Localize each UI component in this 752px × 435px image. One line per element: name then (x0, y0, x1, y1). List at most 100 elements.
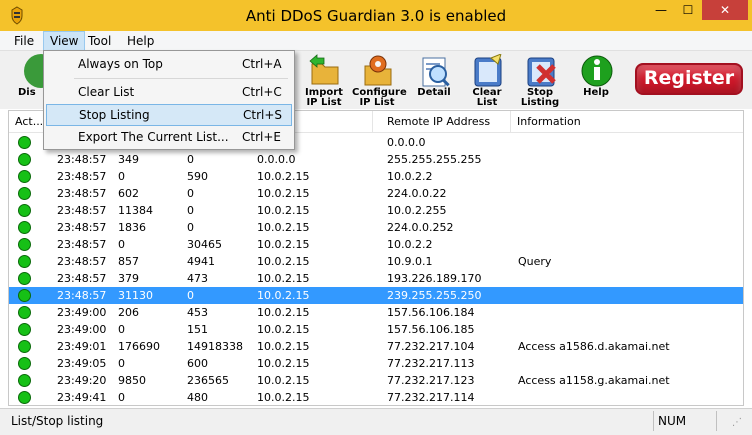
cell-info: Access a1586.d.akamai.net (518, 340, 670, 353)
stop-listing-icon (527, 57, 556, 87)
detail-icon (422, 57, 450, 87)
cell-local: 10.0.2.15 (257, 238, 310, 251)
cell-c2: 0 (187, 153, 194, 166)
table-row[interactable]: 23:49:20 9850 236565 10.0.2.15 77.232.217.12… (9, 372, 743, 389)
cell-c2: 30465 (187, 238, 222, 251)
cell-time: 23:48:57 (57, 221, 107, 234)
cell-c2: 473 (187, 272, 208, 285)
cell-local: 10.0.2.15 (257, 391, 310, 404)
clear-list-button[interactable]: Clear List (462, 54, 512, 108)
register-button[interactable]: Register (635, 63, 743, 95)
table-row[interactable]: 23:49:05 0 600 10.0.2.15 77.232.217.113 (9, 355, 743, 372)
cell-remote: 10.0.2.2 (387, 170, 433, 183)
cell-c1: 31130 (118, 289, 153, 302)
cell-local: 10.0.2.15 (257, 374, 310, 387)
cell-c2: 236565 (187, 374, 229, 387)
status-dot-icon (18, 391, 31, 404)
table-row[interactable]: 23:48:57 857 4941 10.0.2.15 10.9.0.1 Query (9, 253, 743, 270)
cell-time: 23:48:57 (57, 272, 107, 285)
cell-local: 10.0.2.15 (257, 289, 310, 302)
menu-file[interactable]: File (8, 31, 40, 51)
status-dot-icon (18, 289, 31, 302)
status-dot-icon (18, 238, 31, 251)
cell-c1: 857 (118, 255, 139, 268)
status-dot-icon (18, 153, 31, 166)
menu-tool[interactable]: Tool (82, 31, 117, 51)
close-button[interactable]: ✕ (702, 0, 748, 20)
table-row[interactable]: 23:48:57 379 473 10.0.2.15 193.226.189.170 (9, 270, 743, 287)
cell-time: 23:48:57 (57, 153, 107, 166)
cell-c2: 453 (187, 306, 208, 319)
cell-local: 10.0.2.15 (257, 204, 310, 217)
help-button[interactable]: Help (571, 54, 621, 108)
maximize-button[interactable]: ☐ (675, 0, 701, 20)
cell-time: 23:49:01 (57, 340, 107, 353)
cell-local: 10.0.2.15 (257, 221, 310, 234)
cell-time: 23:49:41 (57, 391, 107, 404)
title-bar: Anti DDoS Guardian 3.0 is enabled — ☐ ✕ (0, 0, 752, 31)
cell-time: 23:48:57 (57, 204, 107, 217)
stop-listing-button[interactable]: Stop Listing (515, 54, 565, 108)
menu-bar: File View Tool Help (0, 31, 752, 51)
status-bar: List/Stop listing NUM ⋰ (0, 408, 752, 435)
menu-view[interactable]: View (43, 31, 86, 51)
column-information[interactable]: Information (511, 111, 743, 133)
configure-ip-list-icon (364, 55, 392, 86)
cell-info: Query (518, 255, 552, 268)
cell-time: 23:48:57 (57, 170, 107, 183)
import-ip-list-button[interactable]: Import IP List (299, 54, 349, 108)
cell-c2: 4941 (187, 255, 215, 268)
cell-c1: 0 (118, 323, 125, 336)
cell-c1: 602 (118, 187, 139, 200)
cell-remote: 77.232.217.114 (387, 391, 475, 404)
menu-clear-list[interactable]: Clear List Ctrl+C (46, 81, 292, 103)
table-row[interactable]: 23:48:57 349 0 0.0.0.0 255.255.255.255 (9, 151, 743, 168)
cell-c2: 0 (187, 289, 194, 302)
column-remote-ip[interactable]: Remote IP Address (381, 111, 511, 133)
num-lock-indicator: NUM (653, 411, 717, 431)
table-row[interactable]: 23:48:57 31130 0 10.0.2.15 239.255.255.250 (9, 287, 743, 304)
cell-time: 23:48:57 (57, 238, 107, 251)
cell-c2: 0 (187, 187, 194, 200)
cell-time: 23:48:57 (57, 187, 107, 200)
table-row[interactable]: 23:49:01 176690 14918338 10.0.2.15 77.232.21… (9, 338, 743, 355)
cell-c2: 0 (187, 221, 194, 234)
cell-local: 10.0.2.15 (257, 272, 310, 285)
cell-local: 10.0.2.15 (257, 323, 310, 336)
table-row[interactable]: 23:49:00 0 151 10.0.2.15 157.56.106.185 (9, 321, 743, 338)
status-dot-icon (18, 306, 31, 319)
table-row[interactable]: 23:49:00 206 453 10.0.2.15 157.56.106.184 (9, 304, 743, 321)
status-dot-icon (18, 204, 31, 217)
status-dot-icon (18, 357, 31, 370)
menu-help[interactable]: Help (121, 31, 160, 51)
status-dot-icon (18, 170, 31, 183)
table-row[interactable]: 23:48:57 1836 0 10.0.2.15 224.0.0.252 (9, 219, 743, 236)
table-row[interactable]: 23:48:57 0 590 10.0.2.15 10.0.2.2 (9, 168, 743, 185)
cell-c1: 0 (118, 170, 125, 183)
menu-stop-listing[interactable]: Stop Listing Ctrl+S (46, 104, 292, 126)
menu-export-list[interactable]: Export The Current List... Ctrl+E (46, 126, 292, 148)
cell-local: 10.0.2.15 (257, 357, 310, 370)
status-dot-icon (18, 272, 31, 285)
cell-remote: 10.9.0.1 (387, 255, 433, 268)
table-row[interactable]: 23:48:57 11384 0 10.0.2.15 10.0.2.255 (9, 202, 743, 219)
connection-list[interactable]: Act... Address Remote IP Address Informa… (8, 110, 744, 406)
status-dot-icon (18, 374, 31, 387)
menu-always-on-top[interactable]: Always on Top Ctrl+A (46, 53, 292, 75)
cell-c2: 0 (187, 204, 194, 217)
cell-local: 10.0.2.15 (257, 170, 310, 183)
detail-button[interactable]: Detail (409, 54, 459, 108)
cell-local: 10.0.2.15 (257, 306, 310, 319)
minimize-button[interactable]: — (648, 0, 674, 20)
cell-time: 23:49:00 (57, 323, 107, 336)
table-row[interactable]: 23:48:57 0 30465 10.0.2.15 10.0.2.2 (9, 236, 743, 253)
cell-remote: 193.226.189.170 (387, 272, 482, 285)
resize-grip-icon[interactable]: ⋰ (732, 417, 746, 431)
table-row[interactable]: 23:48:57 602 0 10.0.2.15 224.0.0.22 (9, 185, 743, 202)
status-dot-icon (18, 136, 31, 149)
table-row[interactable]: 23:49:41 0 480 10.0.2.15 77.232.217.114 (9, 389, 743, 405)
column-activity[interactable]: Act... (9, 111, 45, 133)
status-dot-icon (18, 255, 31, 268)
cell-local: 10.0.2.15 (257, 255, 310, 268)
configure-ip-list-button[interactable]: Configure IP List (352, 54, 407, 108)
